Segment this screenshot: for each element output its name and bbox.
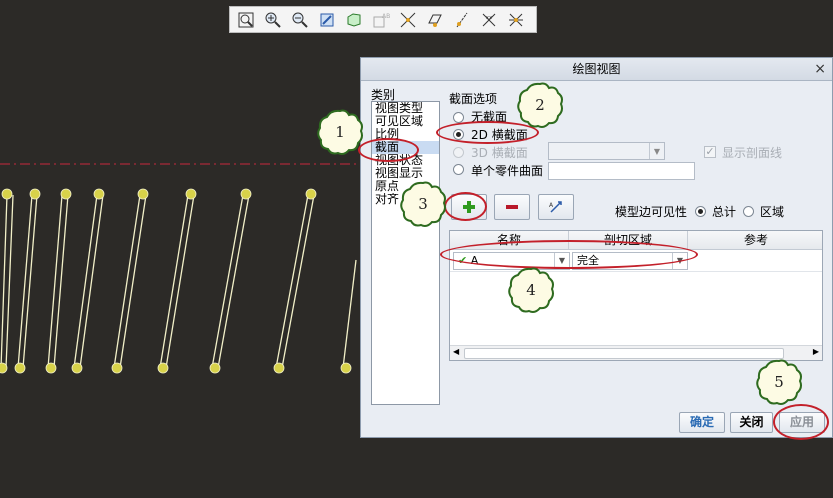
point-display-icon[interactable]: xx [477,9,501,31]
svg-text:xx: xx [486,15,492,21]
scroll-right-icon[interactable]: ▶ [813,347,819,356]
zoom-fit-icon[interactable] [234,9,258,31]
annotation-ring-add [444,192,487,221]
annotation-badge-5: 5 [755,358,803,406]
3d-section-label: 3D 横截面 [471,146,528,160]
view-toolbar: AB xx [229,6,537,33]
plane-display-icon[interactable] [423,9,447,31]
orient-icon[interactable] [342,9,366,31]
csys-display-icon[interactable] [504,9,528,31]
single-part-surface-label: 单个零件曲面 [471,164,544,178]
scrollbar-thumb[interactable] [464,348,784,359]
3d-section-radio[interactable] [453,147,464,158]
chevron-down-icon: ▼ [649,143,664,159]
total-label: 总计 [712,205,737,219]
zoom-in-icon[interactable] [261,9,285,31]
datum-display-icon[interactable] [396,9,420,31]
annotation-ring-apply [773,404,829,440]
annotation-ring-section [358,138,419,162]
svg-text:A: A [549,202,554,209]
show-hatch-label: 显示剖面线 [722,146,783,160]
single-part-surface-field[interactable] [548,162,695,180]
category-view-display[interactable]: 视图显示 [372,167,439,180]
column-reference-header[interactable]: 参考 [688,231,822,249]
svg-text:AB: AB [382,13,390,20]
remove-section-button[interactable] [494,194,530,220]
minus-icon [506,205,518,209]
close-icon[interactable]: × [814,58,826,80]
section-options-label: 截面选项 [449,92,498,106]
area-label: 区域 [760,205,785,219]
scroll-left-icon[interactable]: ◀ [453,347,459,356]
category-visible-area[interactable]: 可见区域 [372,115,439,128]
repaint-icon[interactable] [315,9,339,31]
annotation-badge-3: 3 [399,180,447,228]
dialog-title: 绘图视图 [572,62,621,76]
ok-button[interactable]: 确定 [679,412,725,433]
3d-section-dropdown[interactable]: ▼ [548,142,665,160]
close-button[interactable]: 关闭 [730,412,773,433]
saved-views-icon[interactable]: AB [369,9,393,31]
flip-arrow-icon: A [549,201,562,213]
spring-coils [0,194,357,369]
zoom-out-icon[interactable] [288,9,312,31]
annotation-badge-1: 1 [316,108,364,156]
annotation-badge-2: 2 [516,81,564,129]
single-part-surface-radio[interactable] [453,164,464,175]
total-radio[interactable] [695,206,706,217]
show-hatch-checkbox[interactable]: ✓ [704,146,716,158]
axis-display-icon[interactable] [450,9,474,31]
annotation-ring-row [440,240,698,269]
flip-section-button[interactable]: A [538,194,574,220]
area-radio[interactable] [743,206,754,217]
annotation-badge-4: 4 [507,266,555,314]
dialog-titlebar[interactable]: 绘图视图 × [361,58,832,81]
edge-visibility-label: 模型边可见性 [615,205,688,219]
category-view-type[interactable]: 视图类型 [372,102,439,115]
